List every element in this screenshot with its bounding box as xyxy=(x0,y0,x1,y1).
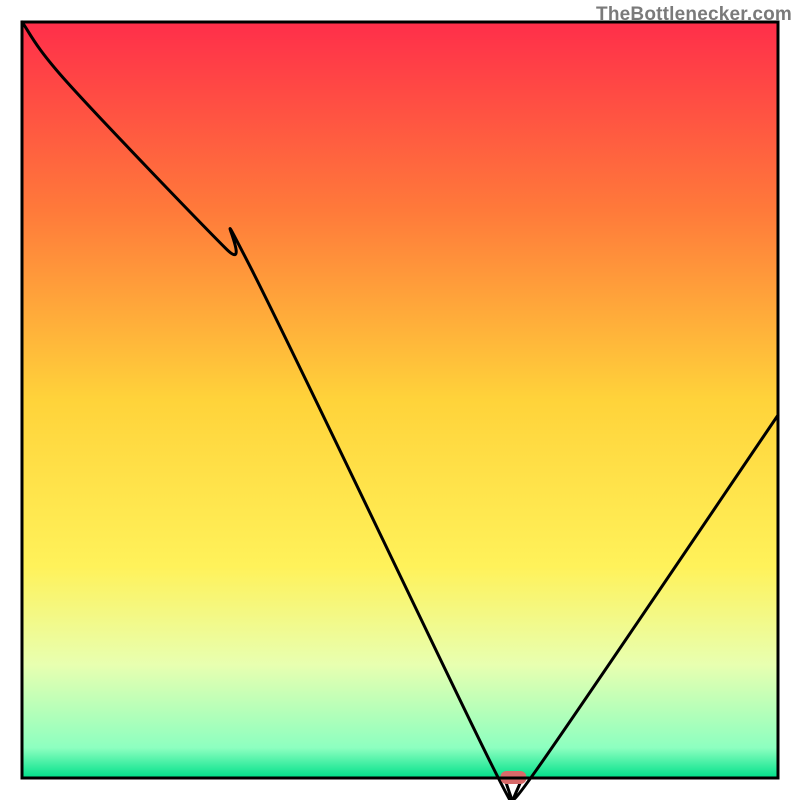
plot-area xyxy=(22,22,778,778)
chart-svg xyxy=(0,0,800,800)
bottleneck-chart: TheBottlenecker.com xyxy=(0,0,800,800)
attribution-label: TheBottlenecker.com xyxy=(596,4,792,26)
